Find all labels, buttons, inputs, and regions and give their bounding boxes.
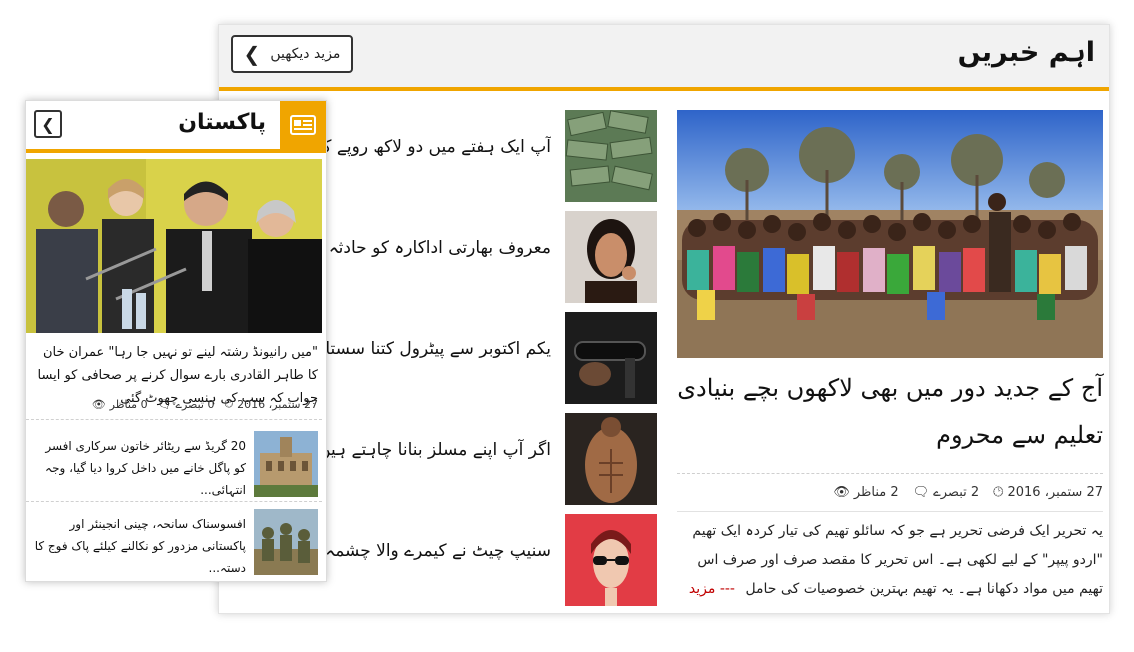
- clock-icon: 🕑︎: [993, 484, 1004, 500]
- comment-icon: 🗨︎: [912, 484, 930, 500]
- story-thumbnail[interactable]: [565, 211, 657, 303]
- meta-comments[interactable]: 🗨︎ 2 تبصرے: [913, 485, 980, 500]
- story-thumbnail[interactable]: [565, 413, 657, 505]
- chevron-left-icon[interactable]: ❮: [34, 110, 62, 138]
- list-item[interactable]: افسوسناک سانحہ، چینی انجینئر اور پاکستان…: [26, 509, 322, 575]
- featured-story-meta: 🕑︎ 27 ستمبر، 2016 🗨︎ 2 تبصرے 👁︎ 2 مناظر: [677, 481, 1103, 503]
- featured-story-image[interactable]: [677, 110, 1103, 358]
- top-news-panel: اہم خبریں ❮ مزید دیکھیں آج کے جدید دور م…: [218, 24, 1110, 614]
- divider: [677, 511, 1103, 512]
- meta-views: 👁︎ 0 مناظر: [91, 397, 148, 411]
- featured-story-title[interactable]: آج کے جدید دور میں بھی لاکھوں بچے بنیادی…: [677, 365, 1103, 459]
- meta-comments[interactable]: 🗨︎ 0 تبصرے: [158, 398, 215, 411]
- list-item[interactable]: اگر آپ اپنے مسلز بنانا چاہتے ہیں تو یہ ق…: [311, 413, 657, 505]
- clock-icon: 🕑︎: [224, 397, 234, 410]
- story-title[interactable]: یکم اکتوبر سے پیٹرول کتنا سستا ہو گا؟ عو…: [311, 338, 551, 368]
- story-title[interactable]: افسوسناک سانحہ، چینی انجینئر اور پاکستان…: [32, 513, 246, 579]
- top-news-header: اہم خبریں ❮ مزید دیکھیں: [219, 25, 1109, 91]
- comment-icon: 🗨︎: [157, 397, 172, 411]
- story-thumbnail[interactable]: [565, 110, 657, 202]
- list-item[interactable]: یکم اکتوبر سے پیٹرول کتنا سستا ہو گا؟ عو…: [311, 312, 657, 404]
- eye-icon: 👁︎: [833, 484, 850, 500]
- story-thumbnail[interactable]: [254, 431, 318, 497]
- top-news-title: اہم خبریں: [957, 37, 1095, 68]
- list-item[interactable]: معروف بھارتی اداکارہ کو حادثہ پیش آگیا، …: [311, 211, 657, 303]
- pakistan-title: پاکستان: [178, 110, 266, 135]
- pakistan-featured-image[interactable]: [26, 159, 322, 333]
- eye-icon: 👁︎: [91, 397, 106, 411]
- divider: [677, 473, 1103, 474]
- pakistan-widget: پاکستان ❮ "میں رانیونڈ رشتہ لینے تو نہیں…: [25, 100, 327, 582]
- story-title[interactable]: اگر آپ اپنے مسلز بنانا چاہتے ہیں تو یہ ق…: [311, 439, 551, 469]
- divider: [26, 419, 322, 420]
- list-item[interactable]: آپ ایک ہفتے میں دو لاکھ روپے کمانا چاہتے: [311, 110, 657, 202]
- story-thumbnail[interactable]: [565, 514, 657, 606]
- meta-date: 🕑︎ 27 ستمبر، 2016: [224, 397, 318, 411]
- story-title[interactable]: 20 گریڈ سے ریٹائر خاتون سرکاری افسر کو پ…: [32, 435, 246, 501]
- pakistan-meta: 🕑︎ 27 ستمبر، 2016 🗨︎ 0 تبصرے 👁︎ 0 مناظر: [32, 395, 318, 413]
- featured-story-excerpt: یہ تحریر ایک فرضی تحریر ہے جو کہ سائلو ت…: [677, 517, 1103, 613]
- divider: [26, 501, 322, 502]
- story-title[interactable]: معروف بھارتی اداکارہ کو حادثہ پیش آگیا، …: [311, 237, 551, 267]
- story-thumbnail[interactable]: [565, 312, 657, 404]
- story-title[interactable]: آپ ایک ہفتے میں دو لاکھ روپے کمانا چاہتے: [311, 136, 551, 166]
- meta-date: 🕑︎ 27 ستمبر، 2016: [993, 484, 1103, 500]
- list-item[interactable]: سنیپ چیٹ نے کیمرے والا چشمہ تیار کر لیا: [311, 514, 657, 606]
- meta-views: 👁︎ 2 مناظر: [833, 484, 899, 500]
- story-title[interactable]: سنیپ چیٹ نے کیمرے والا چشمہ تیار کر لیا: [311, 540, 551, 570]
- chevron-left-icon: ❮: [243, 42, 261, 66]
- see-more-button[interactable]: ❮ مزید دیکھیں: [231, 35, 353, 73]
- story-thumbnail[interactable]: [254, 509, 318, 575]
- see-more-label: مزید دیکھیں: [270, 46, 341, 62]
- pakistan-header: پاکستان ❮: [26, 101, 326, 153]
- newspaper-icon: [280, 101, 326, 149]
- list-item[interactable]: 20 گریڈ سے ریٹائر خاتون سرکاری افسر کو پ…: [26, 431, 322, 497]
